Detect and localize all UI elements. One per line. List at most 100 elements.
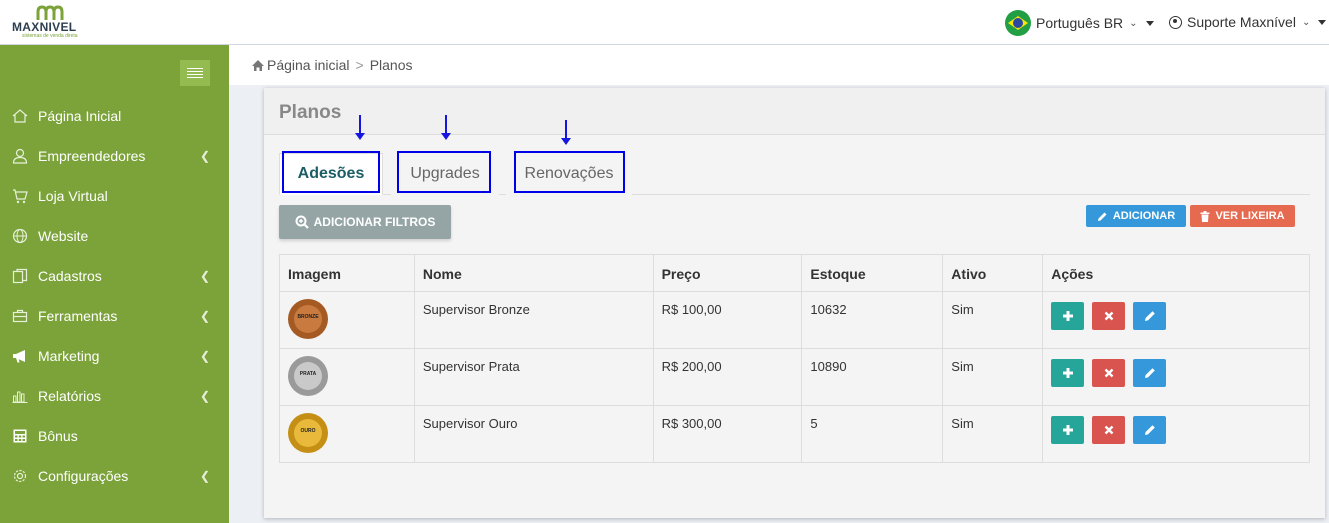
gold-medal-icon: OURO [288, 413, 328, 453]
table-row: PRATA Supervisor Prata R$ 200,00 10890 S… [279, 348, 1310, 406]
breadcrumb-separator: > [355, 57, 364, 73]
home-icon [12, 108, 28, 124]
sidebar-item-label: Empreendedores [38, 148, 146, 164]
sidebar-toggle-button[interactable] [180, 60, 210, 86]
delete-button[interactable] [1092, 359, 1126, 387]
tab-renovacoes[interactable]: Renovações [506, 153, 632, 195]
edit-button[interactable] [1133, 359, 1167, 387]
sidebar-item-label: Bônus [38, 428, 78, 444]
tab-adesoes[interactable]: Adesões [279, 153, 383, 195]
bronze-medal-icon: BRONZE [288, 299, 328, 339]
column-header-preco: Preço [652, 254, 803, 292]
top-navbar: MAXNIVEL sistemas de venda direta Portug… [0, 0, 1329, 45]
tab-upgrades[interactable]: Upgrades [391, 153, 499, 195]
add-filters-label: ADICIONAR FILTROS [313, 215, 436, 229]
stock-cell: 10632 [801, 291, 944, 349]
name-cell: Supervisor Bronze [413, 291, 654, 349]
chevron-down-icon: ⌄ [1301, 16, 1311, 28]
user-icon [12, 148, 28, 164]
sidebar-item-label: Relatórios [38, 388, 102, 404]
briefcase-icon [12, 308, 28, 324]
add-label: ADICIONAR [1112, 210, 1176, 222]
active-cell: Sim [942, 348, 1044, 406]
logo-mark-icon [36, 5, 64, 20]
column-header-imagem: Imagem [279, 254, 415, 292]
panel-header: Planos [264, 88, 1325, 135]
megaphone-icon [12, 348, 28, 364]
trash-icon [1200, 210, 1210, 222]
sidebar-item-label: Configurações [38, 468, 129, 484]
column-header-ativo: Ativo [942, 254, 1044, 292]
breadcrumb-home-link[interactable]: Página inicial [267, 57, 350, 73]
price-cell: R$ 300,00 [652, 405, 803, 463]
delete-button[interactable] [1092, 416, 1126, 444]
chevron-left-icon: ❮ [200, 269, 211, 283]
actions-cell [1042, 405, 1310, 463]
gear-icon [12, 468, 28, 484]
cart-icon [12, 188, 28, 204]
sidebar-item-relatorios[interactable]: Relatórios ❮ [0, 376, 229, 416]
medal-label: BRONZE [297, 314, 319, 320]
chevron-left-icon: ❮ [200, 469, 211, 483]
stock-cell: 10890 [801, 348, 944, 406]
column-header-acoes: Ações [1042, 254, 1310, 292]
sidebar-item-ferramentas[interactable]: Ferramentas ❮ [0, 296, 229, 336]
caret-down-icon [1145, 20, 1154, 26]
table-header-row: Imagem Nome Preço Estoque Ativo Ações [279, 254, 1310, 292]
sidebar-item-label: Loja Virtual [38, 188, 108, 204]
active-cell: Sim [942, 405, 1044, 463]
image-cell: PRATA [279, 348, 415, 406]
view-trash-label: VER LIXEIRA [1215, 210, 1285, 222]
column-header-nome: Nome [413, 254, 654, 292]
language-selector[interactable]: Português BR ⌄ [1005, 10, 1154, 36]
medal-label: PRATA [299, 371, 317, 377]
edit-button[interactable] [1133, 416, 1167, 444]
table-row: OURO Supervisor Ouro R$ 300,00 5 Sim [279, 405, 1310, 463]
plus-button[interactable] [1051, 302, 1085, 330]
plus-icon [1062, 425, 1073, 435]
user-label: Suporte Maxnível [1187, 14, 1296, 30]
sidebar-item-pagina-inicial[interactable]: Página Inicial [0, 96, 229, 136]
stock-cell: 5 [801, 405, 944, 463]
logo-tagline: sistemas de venda direta [22, 33, 78, 39]
view-trash-button[interactable]: VER LIXEIRA [1190, 205, 1295, 227]
active-cell: Sim [942, 291, 1044, 349]
language-label: Português BR [1036, 15, 1124, 31]
name-cell: Supervisor Prata [413, 348, 654, 406]
user-icon [1169, 15, 1182, 29]
sidebar-item-empreendedores[interactable]: Empreendedores ❮ [0, 136, 229, 176]
sidebar-item-cadastros[interactable]: Cadastros ❮ [0, 256, 229, 296]
add-filters-button[interactable]: ADICIONAR FILTROS [279, 205, 451, 239]
sidebar-item-label: Cadastros [38, 268, 102, 284]
sidebar-item-marketing[interactable]: Marketing ❮ [0, 336, 229, 376]
user-menu[interactable]: Suporte Maxnível ⌄ [1169, 12, 1327, 32]
bar-chart-icon [12, 388, 28, 404]
annotation-arrow-icon [355, 115, 365, 140]
sidebar-item-loja-virtual[interactable]: Loja Virtual [0, 176, 229, 216]
plus-button[interactable] [1051, 359, 1085, 387]
sidebar: Página Inicial Empreendedores ❮ Loja Vir… [0, 45, 229, 523]
close-icon [1104, 311, 1114, 321]
home-icon [252, 59, 264, 71]
sidebar-item-configuracoes[interactable]: Configurações ❮ [0, 456, 229, 496]
edit-button[interactable] [1133, 302, 1167, 330]
pencil-icon [1144, 425, 1155, 435]
chevron-left-icon: ❮ [200, 309, 211, 323]
annotation-arrow-icon [561, 120, 571, 145]
chevron-left-icon: ❮ [200, 149, 211, 163]
plans-table: Imagem Nome Preço Estoque Ativo Ações BR… [279, 254, 1310, 463]
calculator-icon [12, 428, 28, 444]
plus-icon [1062, 311, 1073, 321]
search-plus-icon [295, 215, 309, 229]
add-button[interactable]: ADICIONAR [1086, 205, 1186, 227]
sidebar-item-bonus[interactable]: Bônus [0, 416, 229, 456]
logo[interactable]: MAXNIVEL sistemas de venda direta [12, 5, 92, 39]
name-cell: Supervisor Ouro [413, 405, 654, 463]
delete-button[interactable] [1092, 302, 1126, 330]
actions-cell [1042, 291, 1310, 349]
medal-label: OURO [300, 428, 316, 434]
plus-button[interactable] [1051, 416, 1085, 444]
sidebar-item-website[interactable]: Website [0, 216, 229, 256]
chevron-left-icon: ❮ [200, 349, 211, 363]
sidebar-item-label: Página Inicial [38, 108, 122, 124]
